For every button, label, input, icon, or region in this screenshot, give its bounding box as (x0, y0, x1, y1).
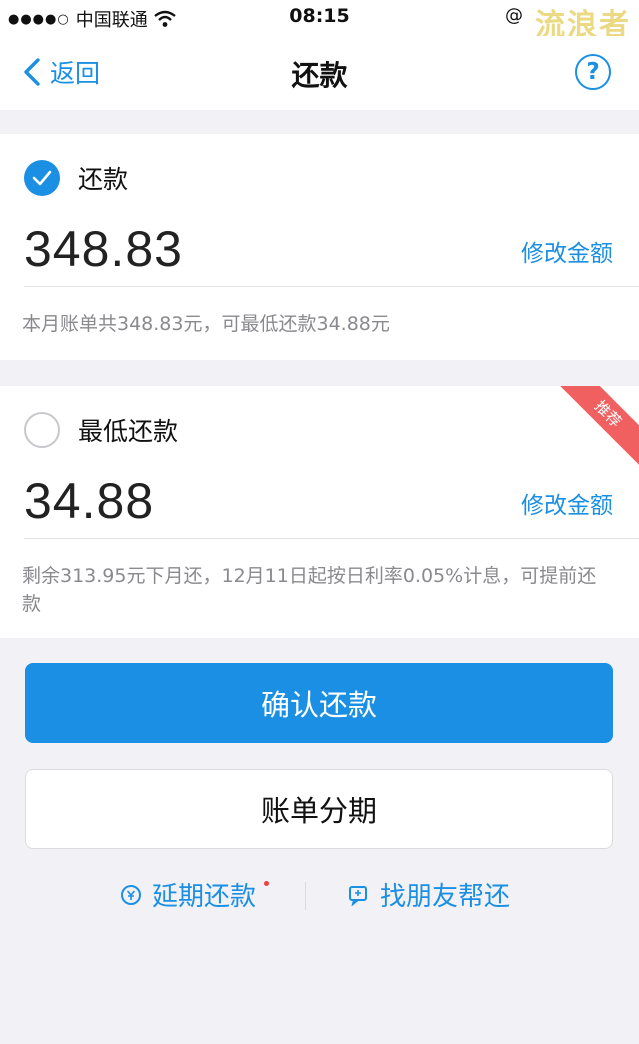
delay-payment-link[interactable]: 延期还款 (120, 876, 270, 913)
confirm-payment-button[interactable]: 确认还款 (25, 663, 613, 743)
full-payment-description: 本月账单共348.83元，可最低还款34.88元 (22, 313, 390, 335)
radio-unchecked-icon[interactable] (24, 412, 60, 448)
min-payment-amount: 34.88 (24, 473, 155, 529)
delay-payment-label: 延期还款 (152, 882, 257, 912)
full-payment-label: 还款 (78, 165, 129, 194)
divider (24, 538, 639, 539)
status-right-icons: @ (505, 5, 523, 26)
friend-pay-label: 找朋友帮还 (380, 882, 511, 912)
checkmark-icon[interactable] (24, 160, 60, 196)
full-payment-amount: 348.83 (24, 221, 183, 277)
edit-amount-link[interactable]: 修改金额 (521, 234, 613, 268)
min-payment-description: 剩余313.95元下月还，12月11日起按日利率0.05%计息，可提前还款 (22, 565, 597, 615)
min-payment-label: 最低还款 (78, 417, 179, 446)
recommend-badge: 推荐 (545, 386, 639, 477)
full-payment-option[interactable]: 还款 (24, 160, 128, 196)
edit-amount-link[interactable]: 修改金额 (521, 486, 613, 520)
min-payment-card[interactable]: 推荐 最低还款 34.88 修改金额 剩余313.95元下月还，12月11日起按… (0, 386, 639, 638)
chat-icon (349, 885, 367, 906)
bottom-links: 延期还款 找朋友帮还 (0, 870, 639, 918)
status-bar: ●●●●○ 中国联通 08:15 @ 流浪者 (0, 0, 639, 43)
page-title: 还款 (291, 59, 348, 92)
min-payment-option[interactable]: 最低还款 (24, 412, 178, 448)
full-payment-card[interactable]: 还款 348.83 修改金额 本月账单共348.83元，可最低还款34.88元 (0, 134, 639, 360)
nav-bar: 返回 还款 ? (0, 36, 639, 110)
friend-pay-link[interactable]: 找朋友帮还 (348, 876, 510, 913)
notification-dot (264, 881, 270, 886)
help-icon[interactable]: ? (575, 54, 611, 90)
link-separator (305, 882, 306, 910)
divider (24, 286, 639, 287)
installment-button[interactable]: 账单分期 (25, 769, 613, 849)
yen-clock-icon (121, 884, 141, 905)
